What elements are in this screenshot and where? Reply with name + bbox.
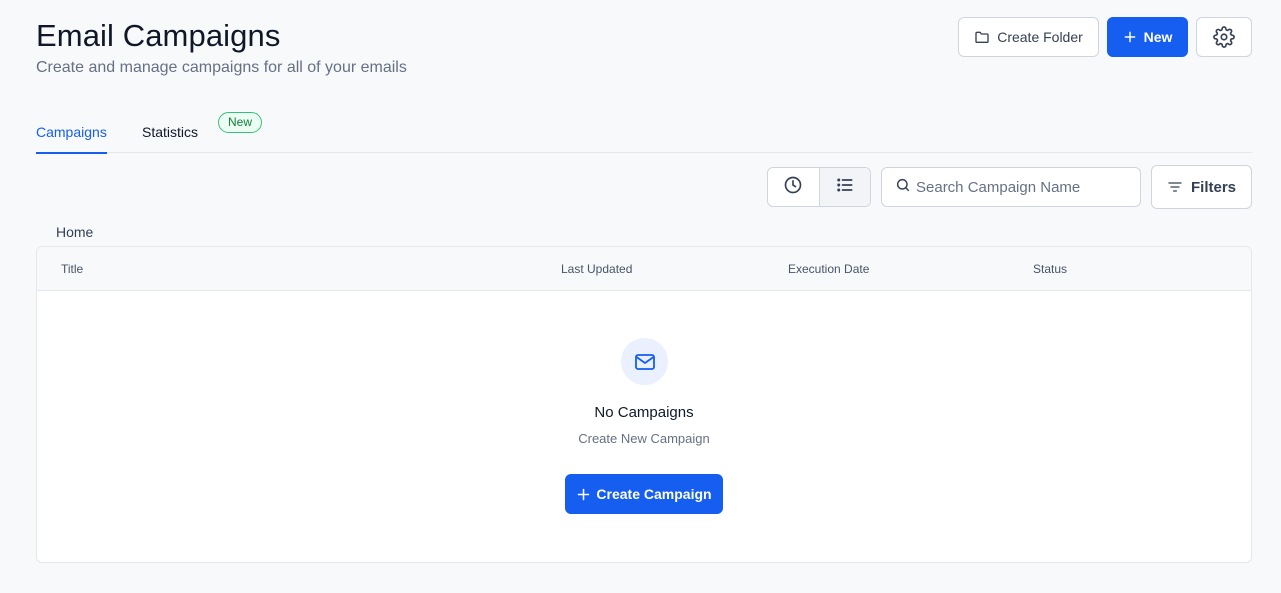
history-view-button[interactable] [768, 168, 819, 206]
search-input[interactable] [916, 178, 1126, 196]
new-button[interactable]: New [1107, 17, 1188, 57]
empty-state-subtitle: Create New Campaign [578, 431, 710, 446]
table-header: Title Last Updated Execution Date Status [37, 247, 1251, 291]
search-icon [895, 177, 911, 198]
settings-button[interactable] [1196, 17, 1252, 57]
column-header-last-updated[interactable]: Last Updated [561, 262, 632, 276]
page-title: Email Campaigns [36, 18, 281, 53]
filter-icon [1167, 179, 1183, 195]
create-campaign-label: Create Campaign [596, 486, 712, 502]
empty-state-title: No Campaigns [594, 404, 694, 421]
create-folder-label: Create Folder [997, 29, 1083, 45]
list-view-button[interactable] [818, 168, 870, 206]
filters-button[interactable]: Filters [1151, 165, 1252, 209]
column-header-status[interactable]: Status [1033, 262, 1067, 276]
column-header-execution-date[interactable]: Execution Date [788, 262, 869, 276]
view-toggle [767, 167, 871, 207]
folder-icon [974, 29, 990, 45]
create-campaign-button[interactable]: Create Campaign [565, 474, 723, 514]
column-header-title[interactable]: Title [61, 262, 83, 276]
plus-icon [576, 487, 591, 502]
page-subtitle: Create and manage campaigns for all of y… [36, 59, 407, 76]
tab-statistics[interactable]: Statistics [142, 124, 198, 140]
new-label: New [1143, 29, 1173, 45]
empty-state: No Campaigns Create New Campaign Create … [37, 291, 1251, 562]
tab-campaigns[interactable]: Campaigns [36, 124, 107, 154]
gear-icon [1213, 26, 1235, 48]
breadcrumb[interactable]: Home [56, 224, 93, 240]
list-icon [835, 175, 855, 200]
search-box [881, 167, 1141, 207]
clock-icon [783, 175, 803, 200]
mail-icon [621, 338, 668, 385]
campaigns-table: Title Last Updated Execution Date Status… [36, 246, 1252, 563]
tab-bar: Campaigns Statistics New [36, 108, 1252, 154]
filters-label: Filters [1190, 178, 1236, 196]
new-badge: New [218, 112, 263, 133]
create-folder-button[interactable]: Create Folder [958, 17, 1099, 57]
plus-icon [1123, 30, 1137, 44]
